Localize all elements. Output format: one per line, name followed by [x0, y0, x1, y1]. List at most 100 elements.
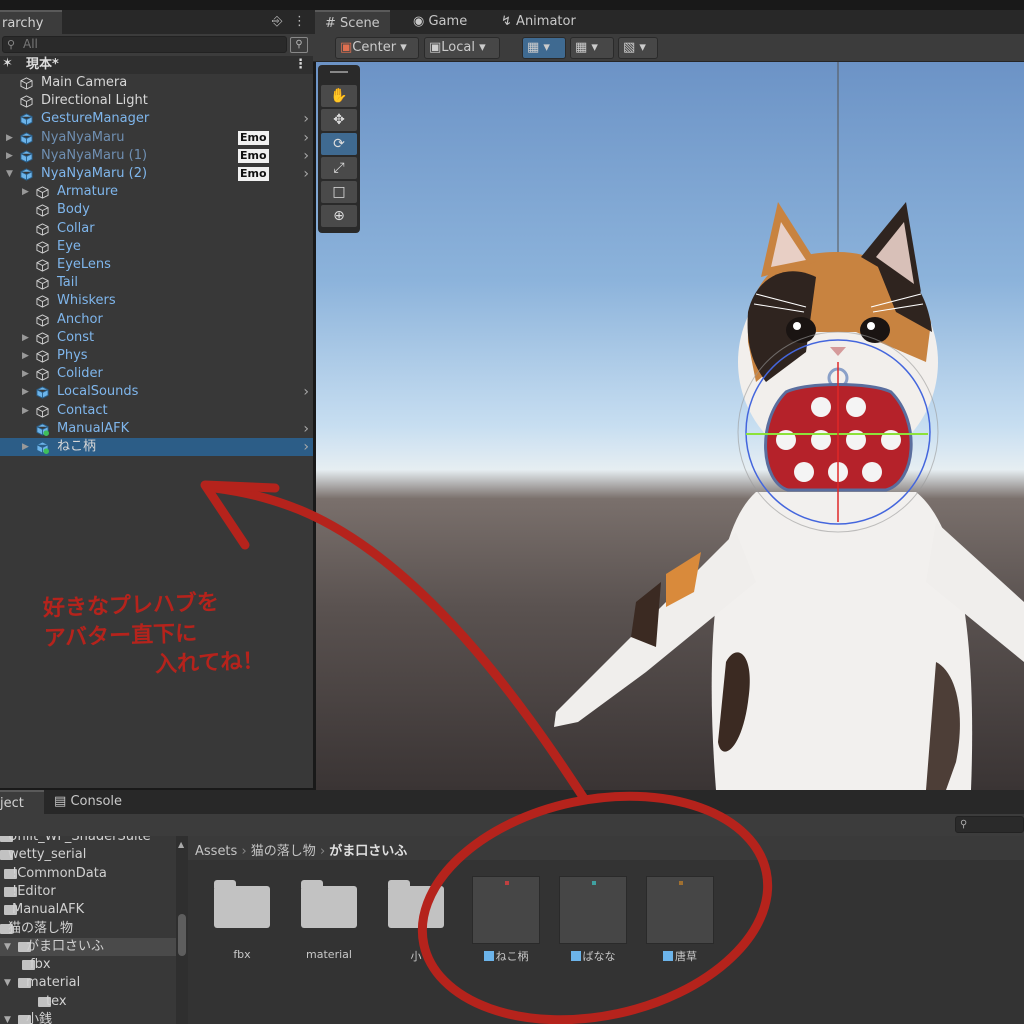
tab-console[interactable]: ▤ Console	[54, 794, 122, 809]
tab-animator[interactable]: ↯ Animator	[491, 10, 586, 34]
expand-right-icon[interactable]: ▶	[6, 129, 13, 147]
thumbnail-mark	[592, 881, 596, 885]
hierarchy-item[interactable]: ▶ Armature	[0, 183, 313, 201]
breadcrumb-item[interactable]: 猫の落し物	[251, 844, 316, 859]
hierarchy-item[interactable]: ▶ Colider	[0, 365, 313, 383]
folder-tree-item[interactable]: Unlit_WF_ShaderSuite	[0, 836, 176, 846]
hierarchy-item[interactable]: ▼ NyaNyaMaru (2) Emo ›	[0, 165, 313, 183]
scrollbar-thumb[interactable]	[178, 914, 186, 956]
move-tool-icon[interactable]: ✥	[321, 109, 357, 131]
hierarchy-item-label: Whiskers	[57, 293, 116, 309]
lock-icon[interactable]: ⎆	[272, 14, 282, 29]
hierarchy-item[interactable]: ▶ Phys	[0, 347, 313, 365]
expand-right-icon[interactable]: ▶	[6, 147, 13, 165]
search-options-icon[interactable]: ⚲	[290, 37, 308, 53]
hierarchy-item[interactable]: ▶ LocalSounds ›	[0, 383, 313, 401]
asset-prefab[interactable]: 唐草	[644, 876, 716, 976]
hierarchy-item[interactable]: ▶ Const	[0, 329, 313, 347]
hierarchy-item-label: Directional Light	[41, 93, 148, 109]
tab-hierarchy[interactable]: rarchy	[0, 10, 62, 34]
hierarchy-item[interactable]: ▶ NyaNyaMaru (1) Emo ›	[0, 147, 313, 165]
scene-root-row[interactable]: ✶ 現本* ⋮	[0, 56, 313, 74]
asset-folder[interactable]: 小	[380, 876, 452, 976]
gameobject-icon	[36, 277, 49, 290]
breadcrumb-item-current[interactable]: がま口さいふ	[329, 844, 407, 859]
chevron-right-icon[interactable]: ›	[303, 147, 309, 165]
chevron-right-icon[interactable]: ›	[303, 438, 309, 456]
hierarchy-item-label: NyaNyaMaru	[41, 129, 125, 145]
hierarchy-item-label: Contact	[57, 402, 108, 418]
ruler-snap-button[interactable]: ▧ ▾	[618, 37, 658, 59]
expand-right-icon[interactable]: ▶	[22, 347, 29, 365]
hierarchy-item[interactable]: Collar	[0, 220, 313, 238]
tab-scene[interactable]: # Scene	[315, 10, 390, 34]
folder-tree-item[interactable]: ▼ がま口さいふ	[0, 937, 176, 956]
asset-prefab[interactable]: ばなな	[557, 876, 629, 976]
hierarchy-item[interactable]: Eye	[0, 238, 313, 256]
asset-name: ばなな	[557, 948, 629, 964]
hierarchy-item[interactable]: Main Camera	[0, 74, 313, 92]
gameobject-icon	[36, 405, 49, 418]
expand-right-icon[interactable]: ▶	[22, 365, 29, 383]
hierarchy-search-input[interactable]: ⚲ All	[2, 36, 287, 53]
rotate-tool-icon[interactable]: ⟳	[321, 133, 357, 155]
scroll-up-icon[interactable]: ▲	[178, 840, 184, 849]
folder-tree-item[interactable]: tex	[0, 993, 176, 1011]
hierarchy-item[interactable]: ▶ NyaNyaMaru Emo ›	[0, 129, 313, 147]
rect-tool-icon[interactable]: □	[321, 181, 357, 203]
expand-right-icon[interactable]: ▶	[22, 183, 29, 201]
space-local-dropdown[interactable]: ▣Local ▾	[424, 37, 500, 59]
expand-down-icon[interactable]: ▼	[6, 165, 13, 183]
folder-tree-item[interactable]: wetty_serial	[0, 846, 176, 864]
tab-project[interactable]: ject	[0, 790, 44, 814]
chevron-right-icon[interactable]: ›	[303, 165, 309, 183]
chevron-right-icon[interactable]: ›	[303, 383, 309, 401]
hand-tool-icon[interactable]: ✋	[321, 85, 357, 107]
folder-tree-item[interactable]: !CommonData	[0, 865, 176, 883]
grid-snap-button[interactable]: ▦ ▾	[522, 37, 566, 59]
chevron-right-icon[interactable]: ›	[303, 110, 309, 128]
asset-folder[interactable]: material	[293, 876, 365, 976]
gameobject-icon	[36, 350, 49, 363]
pivot-center-dropdown[interactable]: ▣Center ▾	[335, 37, 419, 59]
scene-viewport[interactable]	[316, 62, 1024, 790]
folder-tree-item[interactable]: !Editor	[0, 883, 176, 901]
hierarchy-item[interactable]: GestureManager ›	[0, 110, 313, 128]
expand-down-icon[interactable]: ▼	[4, 938, 11, 956]
expand-down-icon[interactable]: ▼	[4, 974, 11, 992]
hierarchy-item[interactable]: Whiskers	[0, 292, 313, 310]
folder-tree-item[interactable]: fbx	[0, 956, 176, 974]
scale-tool-icon[interactable]: ⤢	[321, 157, 357, 179]
chevron-right-icon[interactable]: ›	[303, 420, 309, 438]
folder-tree-item[interactable]: ManualAFK	[0, 901, 176, 919]
transform-tool-icon[interactable]: ⊕	[321, 205, 357, 227]
scene-menu-icon[interactable]: ⋮	[294, 56, 307, 74]
increment-snap-button[interactable]: ▦ ▾	[570, 37, 614, 59]
expand-right-icon[interactable]: ▶	[22, 402, 29, 420]
hierarchy-item[interactable]: Tail	[0, 274, 313, 292]
hierarchy-item[interactable]: ▶ ねこ柄 ›	[0, 438, 313, 456]
hierarchy-item[interactable]: ▶ Contact	[0, 402, 313, 420]
expand-right-icon[interactable]: ▶	[22, 329, 29, 347]
project-tree-scrollbar[interactable]: ▲	[176, 836, 188, 1024]
hierarchy-item[interactable]: Directional Light	[0, 92, 313, 110]
more-icon[interactable]: ⋮	[293, 14, 306, 29]
expand-down-icon[interactable]: ▼	[4, 1011, 11, 1024]
folder-tree-item[interactable]: 猫の落し物	[0, 920, 176, 938]
hierarchy-item[interactable]: EyeLens	[0, 256, 313, 274]
hierarchy-item[interactable]: ManualAFK ›	[0, 420, 313, 438]
breadcrumb-item[interactable]: Assets	[195, 844, 237, 859]
drag-handle[interactable]	[330, 71, 348, 73]
folder-tree-item[interactable]: ▼ 小銭	[0, 1011, 176, 1024]
chevron-right-icon[interactable]: ›	[303, 129, 309, 147]
asset-folder[interactable]: fbx	[206, 876, 278, 976]
hierarchy-item[interactable]: Body	[0, 201, 313, 219]
asset-prefab[interactable]: ねこ柄	[470, 876, 542, 976]
hierarchy-item[interactable]: Anchor	[0, 311, 313, 329]
folder-tree-item[interactable]: ▼ material	[0, 974, 176, 992]
expand-right-icon[interactable]: ▶	[22, 438, 29, 456]
hierarchy-item-label: NyaNyaMaru (2)	[41, 166, 148, 181]
expand-right-icon[interactable]: ▶	[22, 383, 29, 401]
tab-game[interactable]: ◉ Game	[403, 10, 477, 34]
project-search-input[interactable]: ⚲	[955, 816, 1024, 833]
